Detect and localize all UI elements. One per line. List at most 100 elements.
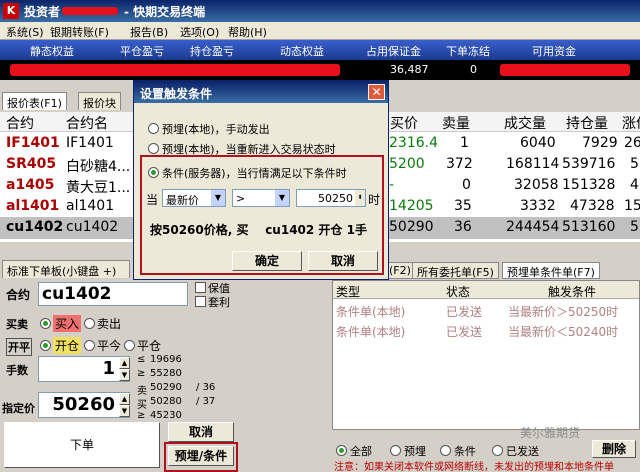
menu-system[interactable]: 系统(S) [6,24,44,40]
summary-header-available: 可用资金 [532,45,576,58]
depth-limit-down[interactable]: 55280 [150,368,182,379]
quote-header-name: 合约名 [66,116,108,132]
contract-label: 合约 [6,288,31,302]
depth-mark: 买 [137,400,147,411]
depth-bid-vol: / 37 [196,396,216,407]
highlight-box [164,442,238,472]
tab-order-panel[interactable]: 标准下单板(小键盘 +) [2,260,130,278]
redaction-mark [62,7,118,15]
watermark-text: 美尔雅期货 [520,426,581,440]
menu-report[interactable]: 报告(B) [130,24,168,40]
trigger-condition-dialog: 设置触发条件 ✕ 预埋(本地)，手动发出 预埋(本地)，当重新进入交易状态时 条… [133,80,389,280]
preorder-header-status: 状态 [446,285,471,299]
option-server-radio[interactable] [148,167,159,178]
menu-bar: 系统(S) 银期转账(F) 报告(B) 选项(O) 帮助(H) [0,22,640,40]
chevron-down-icon: ▼ [275,190,289,206]
qty-down-arrow-icon[interactable]: ▼ [119,369,130,381]
summary-header-margin: 占用保证金 [366,45,421,58]
close-today-label[interactable]: 平今 [97,337,121,354]
option-reenter-radio[interactable] [148,143,159,154]
close-label[interactable]: 平仓 [137,337,161,354]
dialog-title: 设置触发条件 [140,87,213,101]
sell-radio[interactable] [84,318,95,329]
quote-header-turnover: 成交量 [504,116,546,132]
delete-button[interactable]: 删除 [592,440,636,458]
contract-input[interactable]: cu1402 [38,282,188,306]
close-radio[interactable] [124,340,135,351]
depth-mark: 卖 [137,386,147,397]
summary-header-static-equity: 静态权益 [30,45,74,58]
quote-header-vol: 卖量 [442,116,470,132]
when-label: 当 [146,193,159,207]
price-input[interactable]: 50260 [38,392,130,418]
dialog-cancel-button[interactable]: 取消 [308,251,378,271]
filter-sent-label[interactable]: 已发送 [506,443,539,459]
ok-button[interactable]: 确定 [232,251,302,271]
depth-last[interactable]: 45230 [150,410,182,421]
depth-mark: ≥ [137,368,146,379]
filter-preorder-label[interactable]: 预埋 [404,443,426,459]
price-field-select[interactable]: 最新价 ▼ [162,189,226,207]
price-down-arrow-icon[interactable]: ▼ [119,405,130,417]
operator-select[interactable]: > ▼ [232,189,290,207]
window-title: 投资者 [24,5,61,19]
hedge-checkbox[interactable] [195,282,206,293]
filter-all-radio[interactable] [336,445,347,456]
qty-up-arrow-icon[interactable]: ▲ [119,357,130,369]
tab-quote-table[interactable]: 报价表(F1) [2,92,67,110]
buy-label[interactable]: 买入 [53,315,82,332]
option-server-label[interactable]: 条件(服务器)，当行情满足以下条件时 [162,165,347,181]
tab-quote-block[interactable]: 报价块 [78,92,121,110]
open-radio[interactable] [40,340,51,351]
depth-ask-vol: / 36 [196,382,216,393]
menu-bank-transfer[interactable]: 银期转账(F) [50,24,109,40]
openclose-label: 开平 [6,338,32,356]
buy-radio[interactable] [40,318,51,329]
filter-preorder-radio[interactable] [390,445,401,456]
depth-limit-up[interactable]: 19696 [150,354,182,365]
spinner-icon[interactable]: ⬍ [355,190,365,206]
app-logo-icon: K [3,3,19,19]
filter-sent-radio[interactable] [492,445,503,456]
quote-header-code: 合约 [6,116,34,132]
preorder-header-type: 类型 [336,285,361,299]
order-panel: 合约 cu1402 保值 套利 买卖 买入 卖出 开平 开仓 平今 平仓 手数 … [0,278,330,472]
summary-header-close-pnl: 平仓盈亏 [120,45,164,58]
qty-label: 手数 [6,364,28,377]
depth-mark: ≤ [137,354,146,365]
open-label[interactable]: 开仓 [53,337,82,354]
sell-label[interactable]: 卖出 [97,315,121,332]
time-label: 时 [368,193,381,207]
qty-input[interactable]: 1 [38,356,130,382]
table-row[interactable]: 条件单(本地) 已发送 当最新价＞50250时 [332,300,640,322]
depth-bid-price[interactable]: 50280 [150,396,182,407]
filter-all-label[interactable]: 全部 [350,443,372,459]
submit-order-button[interactable]: 下单 [4,422,160,468]
window-title-suffix: - 快期交易终端 [124,5,206,19]
quote-header-oi: 持仓量 [566,116,608,132]
threshold-input[interactable]: 50250 ⬍ [296,189,366,207]
warning-note: 注意：如果关闭本软件或网络断线，未发出的预埋和本地条件单 [334,462,614,472]
option-manual-radio[interactable] [148,123,159,134]
close-icon[interactable]: ✕ [368,84,385,100]
option-manual-label[interactable]: 预埋(本地)，手动发出 [162,121,270,137]
redaction-mark [500,64,630,76]
menu-options[interactable]: 选项(O) [180,24,219,40]
filter-condition-radio[interactable] [440,445,451,456]
depth-ask-price[interactable]: 50290 [150,382,182,393]
menu-help[interactable]: 帮助(H) [228,24,267,40]
dialog-titlebar: 设置触发条件 ✕ [134,81,388,103]
tab-preorders[interactable]: 预埋单条件单(F7) [502,262,600,279]
depth-mark: ≥ [137,410,146,421]
quote-header-price: 买价 [390,116,418,132]
tab-all-orders[interactable]: 所有委托单(F5) [412,262,499,279]
filter-condition-label[interactable]: 条件 [454,443,476,459]
account-summary-values: 36,487 0 [0,60,640,80]
price-up-arrow-icon[interactable]: ▲ [119,393,130,405]
summary-header-position-pnl: 持仓盈亏 [190,45,234,58]
summary-value-order-frozen: 36,487 [390,63,429,76]
close-today-radio[interactable] [84,340,95,351]
cancel-order-button[interactable]: 取消 [168,422,234,442]
arbitrage-checkbox[interactable] [195,296,206,307]
table-row[interactable]: 条件单(本地) 已发送 当最新价＜50240时 [332,320,640,342]
